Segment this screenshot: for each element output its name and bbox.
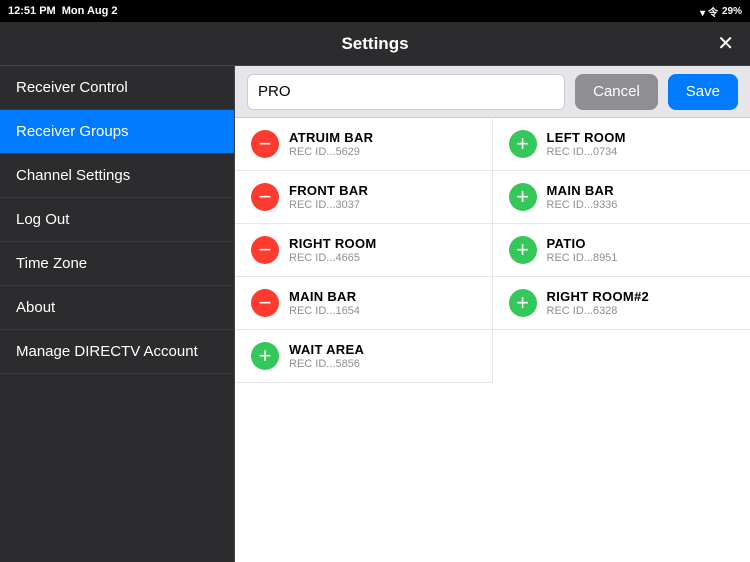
receiver-id: REC ID...5856: [289, 358, 364, 370]
sidebar-item-log-out[interactable]: Log Out: [0, 198, 234, 242]
status-right: ▾ 令 29%: [700, 4, 742, 19]
content-header: Cancel Save: [235, 66, 750, 118]
battery-level: 29%: [722, 6, 742, 17]
receiver-id: REC ID...3037: [289, 199, 368, 211]
remove-receiver-button[interactable]: −: [251, 289, 279, 317]
receiver-item-front-bar[interactable]: −FRONT BARREC ID...3037: [235, 171, 493, 224]
add-receiver-button[interactable]: +: [509, 236, 537, 264]
receiver-info: PATIOREC ID...8951: [547, 236, 618, 264]
receiver-info: MAIN BARREC ID...1654: [289, 289, 360, 317]
receiver-list: −ATRUIM BARREC ID...5629+LEFT ROOMREC ID…: [235, 118, 750, 562]
save-button[interactable]: Save: [668, 74, 738, 110]
receiver-item-wait-area[interactable]: + WAIT AREAREC ID...5856: [235, 330, 493, 383]
receiver-name: LEFT ROOM: [547, 130, 626, 145]
main-layout: Receiver ControlReceiver GroupsChannel S…: [0, 66, 750, 562]
receiver-item-main-bar-1[interactable]: + MAIN BARREC ID...9336: [493, 171, 750, 224]
modal-title: Settings: [341, 34, 408, 54]
receiver-id: REC ID...8951: [547, 252, 618, 264]
receiver-info: ATRUIM BARREC ID...5629: [289, 130, 373, 158]
group-name-input[interactable]: [247, 74, 565, 110]
add-receiver-button[interactable]: +: [251, 342, 279, 370]
receiver-item-main-bar-2[interactable]: −MAIN BARREC ID...1654: [235, 277, 493, 330]
title-bar: Settings ✕: [0, 22, 750, 66]
receiver-info: MAIN BARREC ID...9336: [547, 183, 618, 211]
add-receiver-button[interactable]: +: [509, 183, 537, 211]
receiver-name: ATRUIM BAR: [289, 130, 373, 145]
sidebar-item-receiver-control[interactable]: Receiver Control: [0, 66, 234, 110]
settings-modal: Settings ✕ Receiver ControlReceiver Grou…: [0, 22, 750, 562]
receiver-name: MAIN BAR: [289, 289, 360, 304]
receiver-name: WAIT AREA: [289, 342, 364, 357]
sidebar-item-about[interactable]: About: [0, 286, 234, 330]
receiver-name: FRONT BAR: [289, 183, 368, 198]
sidebar: Receiver ControlReceiver GroupsChannel S…: [0, 66, 235, 562]
receiver-id: REC ID...0734: [547, 146, 626, 158]
cancel-button[interactable]: Cancel: [575, 74, 658, 110]
receiver-info: FRONT BARREC ID...3037: [289, 183, 368, 211]
sidebar-item-channel-settings[interactable]: Channel Settings: [0, 154, 234, 198]
sidebar-item-time-zone[interactable]: Time Zone: [0, 242, 234, 286]
remove-receiver-button[interactable]: −: [251, 130, 279, 158]
sidebar-item-manage-directv[interactable]: Manage DIRECTV Account: [0, 330, 234, 374]
receiver-item-left-room[interactable]: + LEFT ROOMREC ID...0734: [493, 118, 750, 171]
add-receiver-button[interactable]: +: [509, 289, 537, 317]
receiver-name: MAIN BAR: [547, 183, 618, 198]
receiver-id: REC ID...4665: [289, 252, 377, 264]
remove-receiver-button[interactable]: −: [251, 236, 279, 264]
receiver-name: PATIO: [547, 236, 618, 251]
status-bar: 12:51 PM Mon Aug 2 ▾ 令 29%: [0, 0, 750, 22]
receiver-name: RIGHT ROOM: [289, 236, 377, 251]
close-button[interactable]: ✕: [717, 34, 734, 54]
sidebar-item-receiver-groups[interactable]: Receiver Groups: [0, 110, 234, 154]
receiver-info: RIGHT ROOMREC ID...4665: [289, 236, 377, 264]
add-receiver-button[interactable]: +: [509, 130, 537, 158]
receiver-item-right-room[interactable]: −RIGHT ROOMREC ID...4665: [235, 224, 493, 277]
status-date: Mon Aug 2: [62, 5, 118, 17]
status-left: 12:51 PM Mon Aug 2: [8, 5, 118, 17]
receiver-info: WAIT AREAREC ID...5856: [289, 342, 364, 370]
remove-receiver-button[interactable]: −: [251, 183, 279, 211]
receiver-info: LEFT ROOMREC ID...0734: [547, 130, 626, 158]
wifi-icon: ▾ 令: [700, 4, 718, 19]
receiver-info: RIGHT ROOM#2REC ID...6328: [547, 289, 650, 317]
receiver-id: REC ID...6328: [547, 305, 650, 317]
receiver-id: REC ID...1654: [289, 305, 360, 317]
receiver-item-atruim-bar[interactable]: −ATRUIM BARREC ID...5629: [235, 118, 493, 171]
content-area: Cancel Save −ATRUIM BARREC ID...5629+LEF…: [235, 66, 750, 562]
receiver-item-patio[interactable]: + PATIOREC ID...8951: [493, 224, 750, 277]
receiver-id: REC ID...9336: [547, 199, 618, 211]
status-time: 12:51 PM: [8, 5, 56, 17]
receiver-id: REC ID...5629: [289, 146, 373, 158]
receiver-item-right-room2[interactable]: + RIGHT ROOM#2REC ID...6328: [493, 277, 750, 330]
receiver-name: RIGHT ROOM#2: [547, 289, 650, 304]
